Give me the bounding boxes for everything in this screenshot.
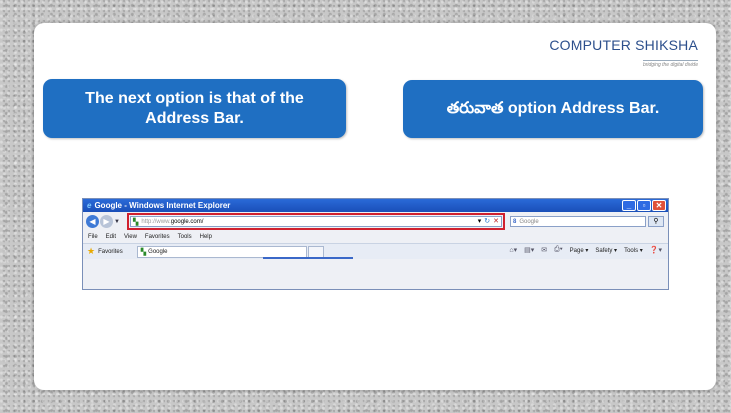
help-icon[interactable]: ❓▾ bbox=[650, 246, 662, 254]
callout-telugu: తరువాత option Address Bar. bbox=[403, 80, 703, 138]
ie-browser-window: e Google - Windows Internet Explorer _ ▫… bbox=[82, 198, 669, 290]
logo-tagline: bridging the digital divide bbox=[642, 60, 698, 68]
logo-brand-second: SHIKSHA bbox=[631, 37, 698, 53]
menu-edit[interactable]: Edit bbox=[106, 234, 116, 240]
tab-title: Google bbox=[148, 248, 168, 255]
search-placeholder: Google bbox=[519, 218, 539, 225]
command-bar: ⌂▾ ▤▾ ✉ ⎙▾ Page ▾ Safety ▾ Tools ▾ ❓▾ bbox=[509, 246, 662, 254]
callout-english: The next option is that of the Address B… bbox=[43, 79, 346, 138]
mail-icon[interactable]: ✉ bbox=[541, 246, 547, 254]
back-button[interactable]: ◀ bbox=[86, 215, 99, 228]
recent-pages-dropdown-icon[interactable]: ▼ bbox=[114, 219, 120, 225]
window-title-bar[interactable]: e Google - Windows Internet Explorer _ ▫… bbox=[83, 199, 668, 212]
favorites-bar: ★ Favorites ▚ Google ⌂▾ ▤▾ ✉ ⎙▾ Page ▾ S… bbox=[83, 243, 668, 259]
maximize-button[interactable]: ▫ bbox=[637, 200, 651, 211]
page-menu[interactable]: Page ▾ bbox=[570, 247, 589, 254]
search-provider-icon: 8 bbox=[513, 218, 517, 225]
window-title: Google - Windows Internet Explorer bbox=[94, 201, 231, 210]
print-icon[interactable]: ⎙▾ bbox=[554, 246, 563, 254]
menu-bar: File Edit View Favorites Tools Help bbox=[83, 231, 668, 243]
feeds-icon[interactable]: ▤▾ bbox=[524, 246, 534, 254]
safety-menu[interactable]: Safety ▾ bbox=[595, 247, 617, 254]
logo-brand-main: COMPUTER bbox=[549, 37, 632, 53]
search-button[interactable]: ⚲ bbox=[648, 216, 664, 227]
tab-favicon-icon: ▚ bbox=[140, 248, 147, 256]
search-input[interactable]: 8 Google bbox=[510, 216, 646, 227]
home-icon[interactable]: ⌂▾ bbox=[509, 246, 517, 254]
window-controls: _ ▫ ✕ bbox=[622, 200, 666, 211]
minimize-button[interactable]: _ bbox=[622, 200, 636, 211]
address-bar-highlight bbox=[127, 213, 505, 230]
forward-button[interactable]: ▶ bbox=[100, 215, 113, 228]
tools-menu[interactable]: Tools ▾ bbox=[624, 247, 643, 254]
computer-shiksha-logo: COMPUTER SHIKSHA bridging the digital di… bbox=[549, 37, 698, 71]
address-toolbar: ◀ ▶ ▼ ▚ http://www. google.com/ ▾ ↻ ✕ 8 G… bbox=[83, 212, 668, 231]
menu-tools[interactable]: Tools bbox=[178, 234, 192, 240]
favorites-star-icon: ★ bbox=[87, 246, 96, 256]
slide-card: COMPUTER SHIKSHA bridging the digital di… bbox=[34, 23, 716, 390]
menu-view[interactable]: View bbox=[124, 234, 137, 240]
menu-help[interactable]: Help bbox=[200, 234, 212, 240]
ie-logo-icon: e bbox=[87, 201, 92, 210]
menu-favorites[interactable]: Favorites bbox=[145, 234, 170, 240]
favorites-button[interactable]: Favorites bbox=[98, 249, 123, 255]
new-tab-button[interactable] bbox=[307, 245, 324, 258]
close-button[interactable]: ✕ bbox=[652, 200, 666, 211]
tab-google[interactable]: ▚ Google bbox=[136, 245, 307, 258]
page-load-strip bbox=[263, 257, 353, 259]
menu-file[interactable]: File bbox=[88, 234, 98, 240]
